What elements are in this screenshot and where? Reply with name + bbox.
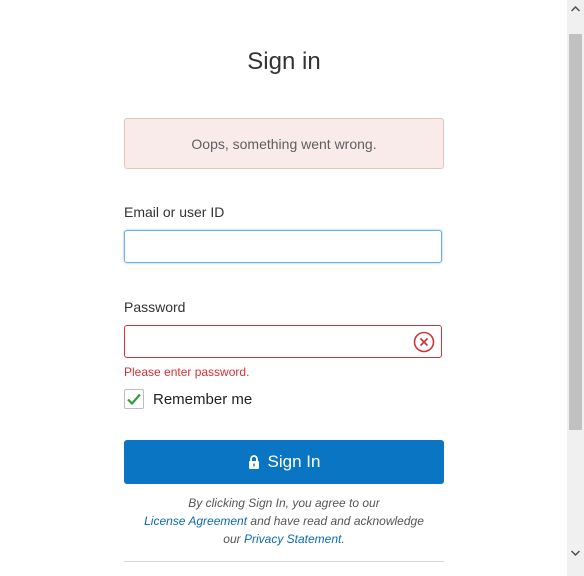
password-error-message: Please enter password. (124, 365, 250, 379)
terms-line-2-text: and have read and acknowledge (247, 514, 424, 528)
scroll-up-arrow-icon[interactable] (567, 0, 584, 17)
terms-line-1: By clicking Sign In, you agree to our (188, 496, 380, 510)
error-alert-message: Oops, something went wrong. (191, 135, 377, 152)
lock-icon (248, 454, 259, 469)
circle-x-icon (413, 331, 435, 353)
terms-line-3: our Privacy Statement. (124, 530, 444, 548)
divider (124, 561, 444, 562)
email-field[interactable] (124, 230, 442, 263)
terms-text: By clicking Sign In, you agree to our Li… (124, 494, 444, 548)
password-label: Password (124, 299, 186, 315)
terms-line-3-suffix: . (341, 532, 345, 546)
scroll-down-arrow-icon[interactable] (567, 544, 584, 561)
scrollbar-thumb[interactable] (569, 34, 582, 430)
sign-in-page: Sign in Oops, something went wrong. Emai… (0, 0, 584, 576)
license-agreement-link[interactable]: License Agreement (144, 514, 247, 528)
remember-me-row: Remember me (124, 389, 252, 409)
checkmark-icon (127, 393, 141, 406)
email-label: Email or user ID (124, 204, 225, 220)
remember-me-checkbox[interactable] (124, 389, 144, 409)
privacy-statement-link[interactable]: Privacy Statement (244, 532, 341, 546)
sign-in-button[interactable]: Sign In (124, 440, 444, 484)
sign-in-button-label: Sign In (267, 452, 321, 471)
page-title: Sign in (247, 48, 321, 75)
terms-line-3-prefix: our (223, 532, 244, 546)
remember-me-label: Remember me (153, 390, 253, 408)
error-alert: Oops, something went wrong. (124, 118, 444, 169)
vertical-scrollbar[interactable] (567, 0, 584, 576)
password-field[interactable] (124, 325, 442, 358)
terms-line-2: License Agreement and have read and ackn… (124, 512, 444, 530)
